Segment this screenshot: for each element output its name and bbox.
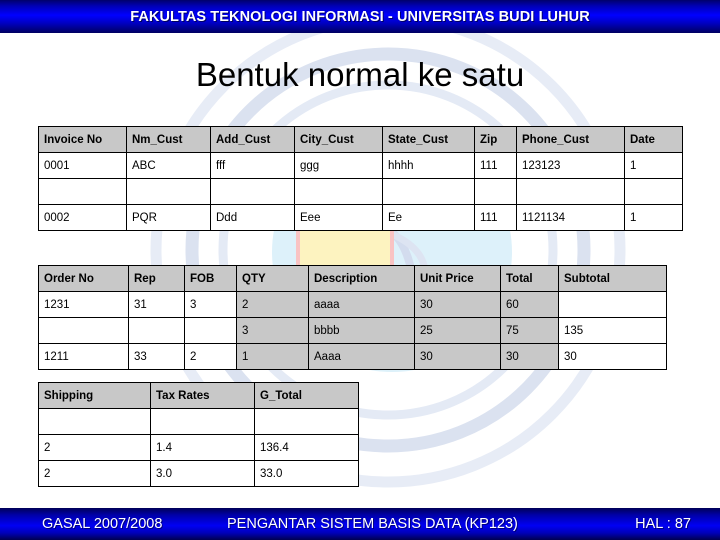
- table-row: 0002 PQR Ddd Eee Ee 111 1121134 1: [38, 204, 683, 231]
- column-header-nm-cust: Nm_Cust: [126, 126, 211, 153]
- cell-state-cust: Ee: [382, 204, 475, 231]
- totals-table: Shipping Tax Rates G_Total 2 1.4 136.4 2…: [38, 382, 359, 487]
- cell-order-no: 1211: [38, 343, 129, 370]
- cell-total: 60: [500, 291, 559, 318]
- column-header-date: Date: [624, 126, 683, 153]
- cell-unit-price: 30: [414, 291, 501, 318]
- cell-total: 30: [500, 343, 559, 370]
- cell-order-no: [38, 317, 129, 344]
- cell-invoice-no: 0002: [38, 204, 127, 231]
- cell-subtotal: 135: [558, 317, 667, 344]
- footer-page-number: HAL : 87: [635, 516, 691, 532]
- cell-invoice-no: [38, 178, 127, 205]
- column-header-shipping: Shipping: [38, 382, 151, 409]
- footer-term: GASAL 2007/2008: [42, 516, 163, 532]
- cell-tax-rates: 1.4: [150, 434, 255, 461]
- table-row: 1211 33 2 1 Aaaa 30 30 30: [38, 343, 667, 370]
- column-header-order-no: Order No: [38, 265, 129, 292]
- slide-header-bar: FAKULTAS TEKNOLOGI INFORMASI - UNIVERSIT…: [0, 0, 720, 33]
- cell-unit-price: 30: [414, 343, 501, 370]
- table-row: 2 3.0 33.0: [38, 460, 359, 487]
- column-header-rep: Rep: [128, 265, 185, 292]
- column-header-total: Total: [500, 265, 559, 292]
- cell-city-cust: Eee: [294, 204, 383, 231]
- column-header-qty: QTY: [236, 265, 309, 292]
- cell-total: 75: [500, 317, 559, 344]
- cell-zip: 111: [474, 152, 517, 179]
- cell-shipping: 2: [38, 460, 151, 487]
- cell-phone-cust: [516, 178, 625, 205]
- column-header-phone-cust: Phone_Cust: [516, 126, 625, 153]
- column-header-city-cust: City_Cust: [294, 126, 383, 153]
- invoice-customer-table: Invoice No Nm_Cust Add_Cust City_Cust St…: [38, 126, 683, 231]
- institution-title: FAKULTAS TEKNOLOGI INFORMASI - UNIVERSIT…: [130, 8, 590, 25]
- cell-g-total: 136.4: [254, 434, 359, 461]
- cell-subtotal: 30: [558, 343, 667, 370]
- column-header-description: Description: [308, 265, 415, 292]
- cell-nm-cust: [126, 178, 211, 205]
- footer-course: PENGANTAR SISTEM BASIS DATA (KP123): [227, 516, 518, 532]
- cell-invoice-no: 0001: [38, 152, 127, 179]
- column-header-zip: Zip: [474, 126, 517, 153]
- cell-description: bbbb: [308, 317, 415, 344]
- cell-rep: 31: [128, 291, 185, 318]
- cell-add-cust: [210, 178, 295, 205]
- cell-g-total: 33.0: [254, 460, 359, 487]
- table-row: [38, 178, 683, 205]
- order-lines-table: Order No Rep FOB QTY Description Unit Pr…: [38, 265, 667, 370]
- cell-tax-rates: [150, 408, 255, 435]
- column-header-unit-price: Unit Price: [414, 265, 501, 292]
- table-header-row: Invoice No Nm_Cust Add_Cust City_Cust St…: [38, 126, 683, 153]
- column-header-state-cust: State_Cust: [382, 126, 475, 153]
- cell-g-total: [254, 408, 359, 435]
- cell-state-cust: [382, 178, 475, 205]
- column-header-tax-rates: Tax Rates: [150, 382, 255, 409]
- cell-date: [624, 178, 683, 205]
- column-header-g-total: G_Total: [254, 382, 359, 409]
- cell-fob: 2: [184, 343, 237, 370]
- cell-zip: 111: [474, 204, 517, 231]
- cell-city-cust: [294, 178, 383, 205]
- table-header-row: Shipping Tax Rates G_Total: [38, 382, 359, 409]
- cell-qty: 3: [236, 317, 309, 344]
- cell-phone-cust: 123123: [516, 152, 625, 179]
- cell-shipping: 2: [38, 434, 151, 461]
- cell-date: 1: [624, 204, 683, 231]
- cell-tax-rates: 3.0: [150, 460, 255, 487]
- cell-qty: 1: [236, 343, 309, 370]
- slide-footer-bar: GASAL 2007/2008 PENGANTAR SISTEM BASIS D…: [0, 508, 720, 540]
- cell-city-cust: ggg: [294, 152, 383, 179]
- cell-shipping: [38, 408, 151, 435]
- cell-rep: 33: [128, 343, 185, 370]
- table-row: 3 bbbb 25 75 135: [38, 317, 667, 344]
- table-header-row: Order No Rep FOB QTY Description Unit Pr…: [38, 265, 667, 292]
- column-header-add-cust: Add_Cust: [210, 126, 295, 153]
- column-header-subtotal: Subtotal: [558, 265, 667, 292]
- table-row: 2 1.4 136.4: [38, 434, 359, 461]
- cell-order-no: 1231: [38, 291, 129, 318]
- column-header-fob: FOB: [184, 265, 237, 292]
- column-header-invoice-no: Invoice No: [38, 126, 127, 153]
- cell-zip: [474, 178, 517, 205]
- cell-phone-cust: 1121134: [516, 204, 625, 231]
- cell-qty: 2: [236, 291, 309, 318]
- table-row: [38, 408, 359, 435]
- cell-state-cust: hhhh: [382, 152, 475, 179]
- page-title: Bentuk normal ke satu: [195, 56, 525, 93]
- cell-description: aaaa: [308, 291, 415, 318]
- cell-unit-price: 25: [414, 317, 501, 344]
- cell-fob: [184, 317, 237, 344]
- cell-rep: [128, 317, 185, 344]
- table-row: 1231 31 3 2 aaaa 30 60: [38, 291, 667, 318]
- cell-nm-cust: PQR: [126, 204, 211, 231]
- cell-date: 1: [624, 152, 683, 179]
- cell-subtotal: [558, 291, 667, 318]
- cell-fob: 3: [184, 291, 237, 318]
- cell-add-cust: Ddd: [210, 204, 295, 231]
- cell-add-cust: fff: [210, 152, 295, 179]
- cell-nm-cust: ABC: [126, 152, 211, 179]
- cell-description: Aaaa: [308, 343, 415, 370]
- table-row: 0001 ABC fff ggg hhhh 111 123123 1: [38, 152, 683, 179]
